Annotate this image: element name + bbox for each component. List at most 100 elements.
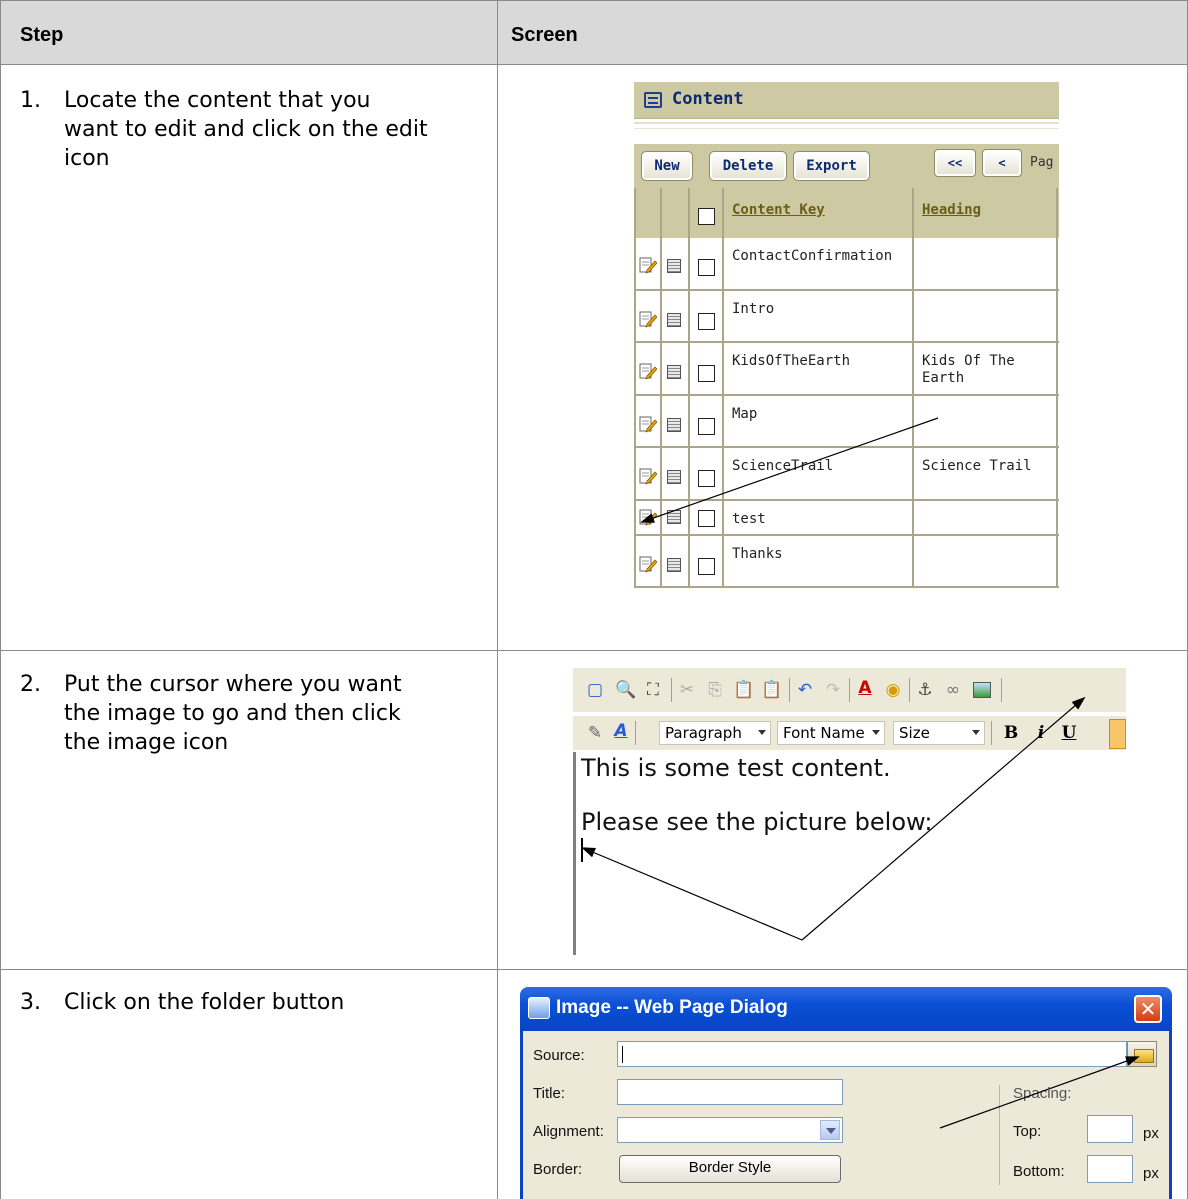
toolbar-button-partial[interactable] [1109, 719, 1126, 749]
view-icon[interactable] [667, 313, 681, 327]
edit-icon[interactable] [639, 556, 657, 573]
format-style-icon[interactable]: A [611, 721, 631, 741]
row-checkbox[interactable] [698, 418, 715, 435]
top-spacing-input[interactable] [1087, 1115, 1133, 1143]
edit-icon[interactable] [639, 311, 657, 328]
toolbar-separator [789, 678, 790, 702]
step-text-line: the image icon [64, 730, 229, 755]
undo-icon[interactable]: ↶ [795, 680, 815, 700]
content-key-column-header[interactable]: Content Key [732, 202, 825, 218]
alignment-select[interactable] [617, 1117, 843, 1143]
italic-button[interactable]: i [1031, 723, 1051, 743]
font-size-dropdown[interactable]: Size [893, 721, 985, 745]
highlight-color-icon[interactable]: ◉ [883, 680, 903, 700]
view-icon[interactable] [667, 365, 681, 379]
edit-icon[interactable] [639, 416, 657, 433]
chevron-down-icon [758, 730, 766, 735]
toolbar-separator [1001, 678, 1002, 702]
paste-icon[interactable]: 📋 [733, 680, 754, 700]
content-toolbar: New Delete Export << < Pag [634, 144, 1059, 188]
export-button[interactable]: Export [793, 151, 870, 181]
editor-border [573, 752, 576, 955]
view-icon[interactable] [667, 470, 681, 484]
underline-button[interactable]: U [1059, 723, 1079, 743]
editor-screenshot: ▢ 🔍 ⛶ ✂ ⎘ 📋 📋 ↶ ↷ A ◉ ⚓ ∞ ✎ A Paragraph … [573, 668, 1126, 955]
view-icon[interactable] [667, 510, 681, 524]
cut-icon[interactable]: ✂ [677, 680, 697, 700]
table-border-left [0, 0, 1, 1199]
chevron-down-icon [872, 730, 880, 735]
text-color-icon[interactable]: A [855, 678, 875, 698]
source-view-icon[interactable]: ▢ [585, 680, 605, 700]
row-divider-1 [0, 650, 1188, 651]
toolbar-separator [671, 678, 672, 702]
first-page-button[interactable]: << [934, 149, 976, 177]
toolbar-separator [991, 721, 992, 745]
preview-icon[interactable]: 🔍 [615, 680, 636, 700]
title-input[interactable] [617, 1079, 843, 1105]
content-key-cell: Map [732, 406, 758, 422]
paragraph-format-dropdown[interactable]: Paragraph [659, 721, 771, 745]
source-input[interactable] [617, 1041, 1127, 1067]
copy-icon[interactable]: ⎘ [705, 680, 725, 700]
border-style-button[interactable]: Border Style [619, 1155, 841, 1183]
spacing-label: Spacing: [1013, 1085, 1072, 1102]
edit-icon[interactable] [639, 257, 657, 274]
table-row: test [634, 501, 1059, 534]
row-checkbox[interactable] [698, 510, 715, 527]
image-icon[interactable] [973, 682, 991, 698]
table-row: KidsOfTheEarth Kids Of The Earth [634, 343, 1059, 394]
prev-page-button[interactable]: < [982, 149, 1022, 177]
bottom-spacing-label: Bottom: [1013, 1163, 1065, 1180]
link-icon[interactable]: ∞ [943, 680, 963, 700]
font-name-dropdown[interactable]: Font Name [777, 721, 885, 745]
grid-line [634, 586, 1059, 588]
column-divider [497, 0, 498, 1199]
chevron-down-icon [972, 730, 980, 735]
content-key-cell: test [732, 511, 766, 527]
delete-button[interactable]: Delete [709, 151, 787, 181]
close-button[interactable]: ✕ [1134, 995, 1162, 1023]
table-row: Thanks [634, 536, 1059, 586]
alignment-label: Alignment: [533, 1123, 604, 1140]
folder-browse-button[interactable] [1127, 1041, 1157, 1067]
edit-icon[interactable] [639, 468, 657, 485]
edit-style-icon[interactable]: ✎ [585, 723, 605, 743]
bold-button[interactable]: B [1001, 723, 1021, 743]
row-divider-2 [0, 969, 1188, 970]
edit-icon[interactable] [639, 509, 657, 526]
toolbar-separator [849, 678, 850, 702]
dropdown-value: Size [899, 724, 930, 742]
heading-cell: Kids Of The [922, 353, 1015, 369]
dropdown-value: Paragraph [665, 724, 742, 742]
anchor-icon[interactable]: ⚓ [915, 680, 935, 700]
heading-column-header[interactable]: Heading [922, 202, 981, 218]
row-checkbox[interactable] [698, 313, 715, 330]
column-header-row: Content Key Heading [634, 188, 1059, 238]
editor-text-line: This is some test content. [581, 754, 891, 782]
find-icon[interactable]: ⛶ [643, 680, 663, 700]
row-checkbox[interactable] [698, 365, 715, 382]
step-text-line: Click on the folder button [64, 990, 345, 1015]
editor-toolbar-row-1: ▢ 🔍 ⛶ ✂ ⎘ 📋 📋 ↶ ↷ A ◉ ⚓ ∞ [573, 668, 1126, 712]
top-spacing-label: Top: [1013, 1123, 1042, 1140]
table-row: Intro [634, 291, 1059, 341]
ie-page-icon [528, 997, 550, 1019]
view-icon[interactable] [667, 558, 681, 572]
dropdown-arrow-button[interactable] [820, 1120, 840, 1140]
paste-word-icon[interactable]: 📋 [761, 680, 782, 700]
row-checkbox[interactable] [698, 558, 715, 575]
content-key-cell: ScienceTrail [732, 458, 834, 474]
edit-icon[interactable] [639, 363, 657, 380]
row-checkbox[interactable] [698, 470, 715, 487]
new-button[interactable]: New [641, 151, 693, 181]
chevron-down-icon [826, 1128, 836, 1134]
bottom-spacing-input[interactable] [1087, 1155, 1133, 1183]
redo-icon[interactable]: ↷ [823, 680, 843, 700]
editor-text-line: Please see the picture below: [581, 808, 933, 836]
step-number: 1. [20, 88, 41, 113]
select-all-checkbox[interactable] [698, 208, 715, 225]
view-icon[interactable] [667, 418, 681, 432]
row-checkbox[interactable] [698, 259, 715, 276]
view-icon[interactable] [667, 259, 681, 273]
